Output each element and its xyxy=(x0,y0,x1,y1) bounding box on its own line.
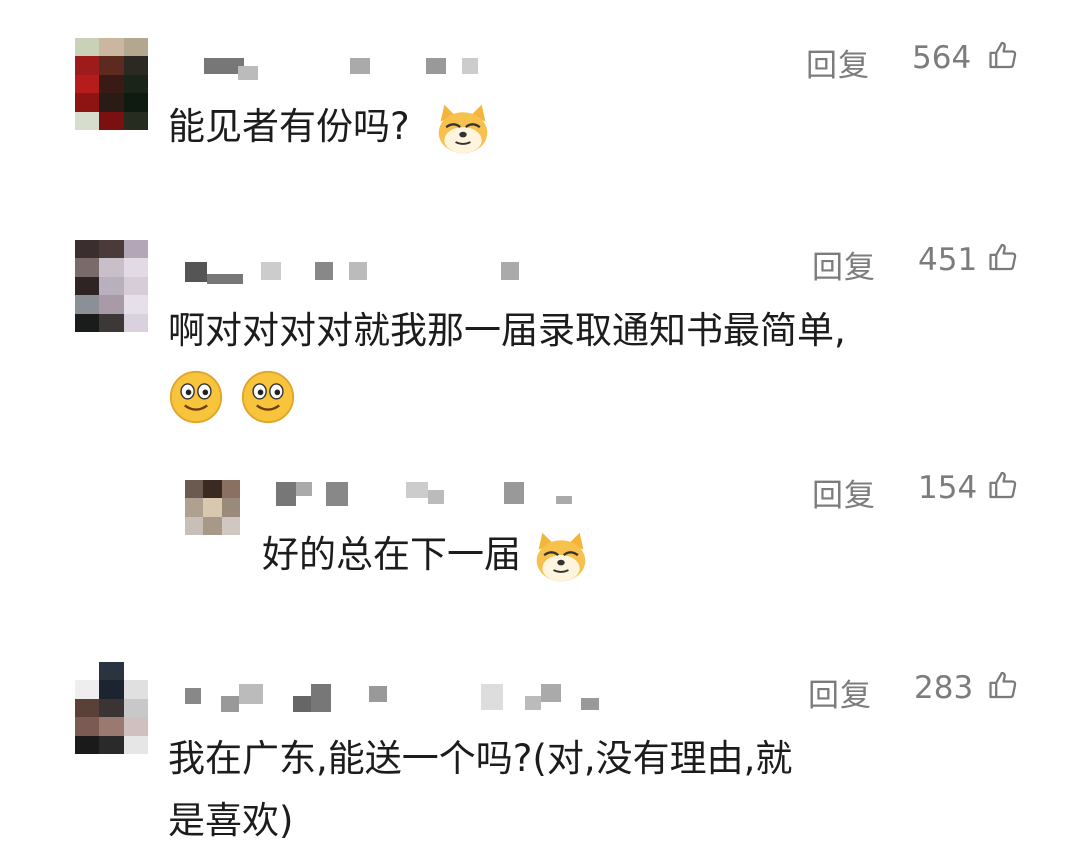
avatar[interactable] xyxy=(75,662,148,754)
username-masked[interactable] xyxy=(185,256,525,296)
thumbs-up-icon[interactable] xyxy=(987,668,1021,702)
comment-text-line-1: 我在广东,能送一个吗?(对,没有理由,就 xyxy=(168,737,793,780)
thumbs-up-icon[interactable] xyxy=(987,38,1021,72)
thumbs-up-icon[interactable] xyxy=(987,240,1021,274)
comment-text-body: 能见者有份吗? xyxy=(168,105,410,148)
username-masked[interactable] xyxy=(185,682,615,722)
reply-button[interactable]: 回复 xyxy=(812,470,876,515)
comment-1: 回复 564 能见者有份吗? xyxy=(0,0,1080,220)
username-masked[interactable] xyxy=(200,52,490,92)
comment-emoji-row xyxy=(168,364,846,426)
reply-button[interactable]: 回复 xyxy=(808,670,872,715)
comment-text-body: 好的总在下一届 xyxy=(262,533,521,576)
thumbs-up-icon[interactable] xyxy=(987,468,1021,502)
avatar[interactable] xyxy=(185,480,240,535)
doge-emoji-icon xyxy=(536,532,586,581)
smile-emoji-icon xyxy=(169,370,223,423)
username-masked[interactable] xyxy=(276,478,586,518)
reply-button[interactable]: 回复 xyxy=(812,242,876,287)
smile-emoji-icon xyxy=(241,370,294,423)
reply-button[interactable]: 回复 xyxy=(806,40,870,85)
comment-text-line-2: 是喜欢) xyxy=(168,799,294,842)
comment-text: 啊对对对对就我那一届录取通知书最简单, xyxy=(168,300,846,426)
comment-text-line-1: 啊对对对对就我那一届录取通知书最简单, xyxy=(168,309,846,352)
comment-text: 好的总在下一届 xyxy=(262,524,589,586)
like-count: 451 xyxy=(918,242,978,278)
like-count: 564 xyxy=(912,40,972,76)
avatar[interactable] xyxy=(75,240,148,332)
comment-text: 能见者有份吗? xyxy=(168,96,491,158)
comment-4: 回复 283 我在广东,能送一个吗?(对,没有理由,就 是喜欢) xyxy=(0,640,1080,860)
comment-3-reply: 回复 154 好的总在下一届 xyxy=(0,460,1080,640)
like-count: 283 xyxy=(914,670,974,706)
comment-2: 回复 451 啊对对对对就我那一届录取通知书最简单, xyxy=(0,220,1080,460)
comment-text: 我在广东,能送一个吗?(对,没有理由,就 是喜欢) xyxy=(168,728,792,852)
doge-emoji-icon xyxy=(439,104,488,153)
like-count: 154 xyxy=(918,470,978,506)
avatar[interactable] xyxy=(75,38,148,130)
